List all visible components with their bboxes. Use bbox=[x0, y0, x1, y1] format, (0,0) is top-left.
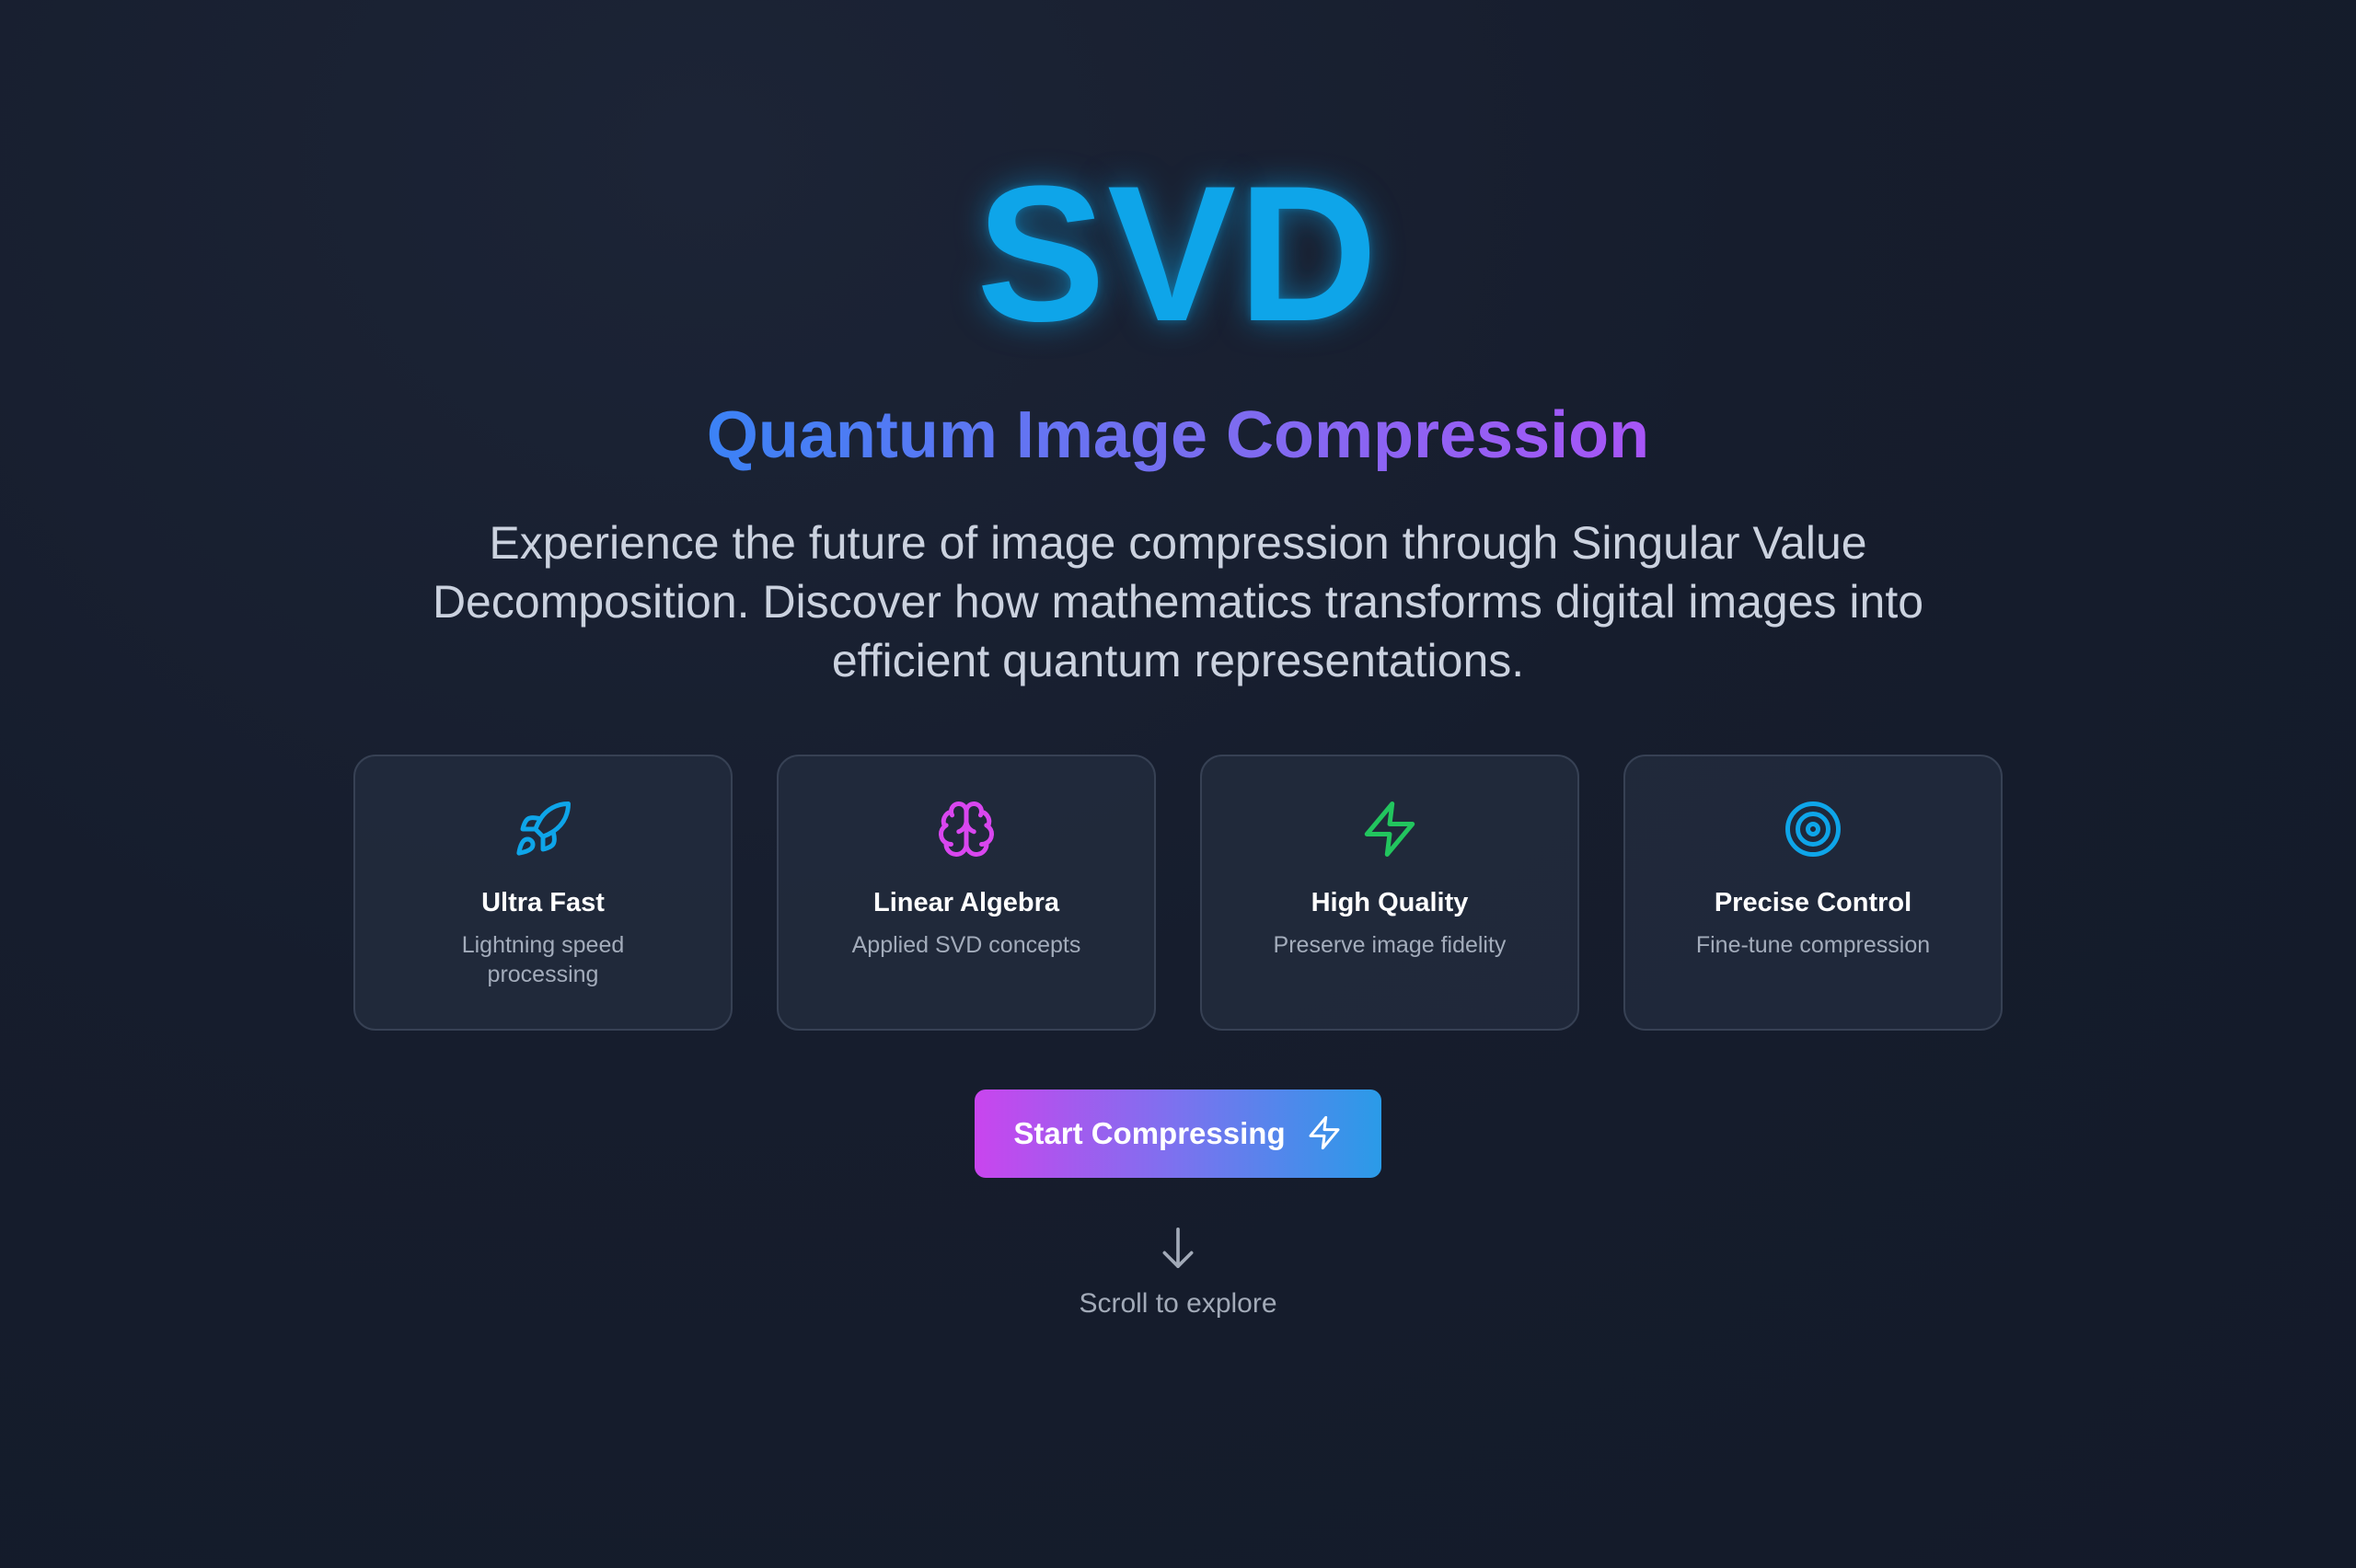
rocket-icon bbox=[513, 799, 573, 864]
feature-title: Precise Control bbox=[1714, 888, 1912, 917]
feature-title: Ultra Fast bbox=[481, 888, 605, 917]
feature-card-linear-algebra: Linear Algebra Applied SVD concepts bbox=[777, 755, 1156, 1031]
feature-subtitle: Lightning speed processing bbox=[461, 932, 625, 987]
feature-card-precise-control: Precise Control Fine-tune compression bbox=[1623, 755, 2003, 1031]
feature-title: Linear Algebra bbox=[873, 888, 1059, 917]
feature-subtitle: Preserve image fidelity bbox=[1273, 932, 1507, 958]
feature-card-high-quality: High Quality Preserve image fidelity bbox=[1200, 755, 1579, 1031]
brain-icon bbox=[936, 799, 997, 864]
feature-cards: Ultra Fast Lightning speed processing Li… bbox=[353, 755, 2003, 1031]
start-compressing-button[interactable]: Start Compressing bbox=[975, 1090, 1381, 1178]
feature-card-ultra-fast: Ultra Fast Lightning speed processing bbox=[353, 755, 733, 1031]
feature-title: High Quality bbox=[1311, 888, 1469, 917]
hero-description: Experience the future of image compressi… bbox=[432, 517, 1924, 686]
start-compressing-label: Start Compressing bbox=[1013, 1116, 1286, 1150]
hero-section: SVD Quantum Image Compression Experience… bbox=[0, 0, 2356, 1568]
lightning-icon bbox=[1359, 799, 1420, 864]
hero-subtitle: Quantum Image Compression bbox=[707, 394, 1649, 477]
logo-title: SVD bbox=[976, 145, 1380, 362]
feature-subtitle: Fine-tune compression bbox=[1695, 932, 1931, 958]
arrow-down-icon[interactable] bbox=[1158, 1224, 1198, 1272]
scroll-hint: Scroll to explore bbox=[1079, 1288, 1277, 1319]
lightning-icon bbox=[1306, 1114, 1343, 1154]
target-icon bbox=[1783, 799, 1843, 864]
feature-subtitle: Applied SVD concepts bbox=[851, 932, 1081, 958]
